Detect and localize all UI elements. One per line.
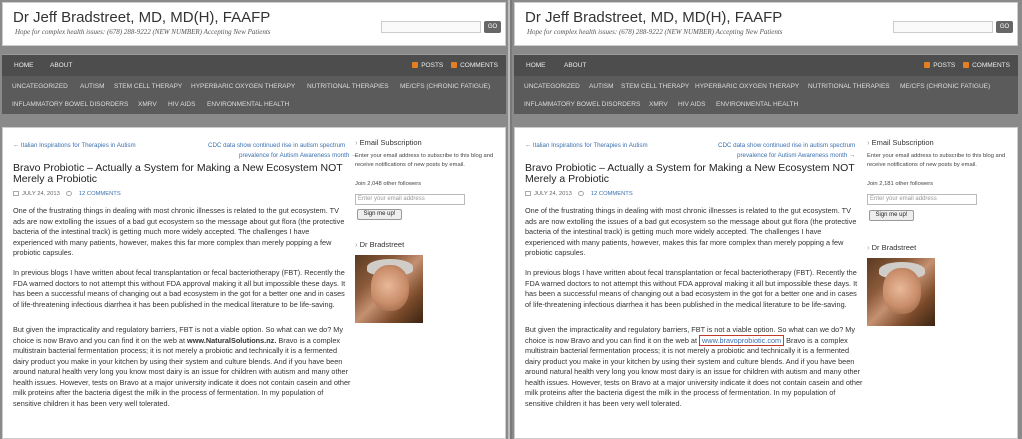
comments-feed-link[interactable]: COMMENTS	[451, 62, 498, 69]
site-tagline: Hope for complex health issues: (678) 28…	[15, 28, 271, 36]
rss-icon	[412, 62, 419, 68]
post-meta: JULY 24, 2013 12 COMMENTS	[525, 191, 633, 197]
dr-bradstreet-heading: Dr Bradstreet	[867, 243, 917, 252]
highlighted-website-link[interactable]: www.bravoprobiotic.com	[699, 334, 785, 346]
comments-link[interactable]: 12 COMMENTS	[79, 191, 121, 197]
post-content-area: ← Italian Inspirations for Therapies in …	[2, 127, 506, 439]
post-paragraph-3: But given the impracticality and regulat…	[13, 325, 351, 408]
next-post-link-line2[interactable]: prevalence for Autism Awareness month →	[737, 152, 855, 159]
nav-about[interactable]: ABOUT	[50, 62, 72, 69]
prev-post-link[interactable]: ← Italian Inspirations for Therapies in …	[525, 142, 648, 149]
cat-env[interactable]: ENVIRONMENTAL HEALTH	[207, 101, 289, 108]
category-nav: UNCATEGORIZED AUTISM STEM CELL THERAPY H…	[2, 76, 506, 114]
cat-uncategorized[interactable]: UNCATEGORIZED	[524, 83, 580, 90]
post-date: JULY 24, 2013	[534, 191, 572, 197]
post-paragraph-2: In previous blogs I have written about f…	[525, 268, 858, 309]
cat-xmrv[interactable]: XMRV	[649, 101, 668, 108]
comments-link[interactable]: 12 COMMENTS	[591, 191, 633, 197]
sign-up-button[interactable]: Sign me up!	[869, 210, 914, 221]
post-paragraph-2: In previous blogs I have written about f…	[13, 268, 346, 309]
cat-mecfs[interactable]: ME/CFS (CHRONIC FATIGUE)	[900, 83, 990, 90]
post-meta: JULY 24, 2013 12 COMMENTS	[13, 191, 121, 197]
comment-bubble-icon	[65, 191, 72, 196]
feed-links: POSTS COMMENTS	[406, 62, 498, 69]
email-subscription-heading: Email Subscription	[355, 138, 422, 147]
go-button[interactable]: GO	[996, 21, 1013, 33]
doctor-photo	[355, 255, 423, 323]
calendar-icon	[525, 191, 531, 196]
cat-hbot[interactable]: HYPERBARIC OXYGEN THERAPY	[191, 83, 295, 90]
post-paragraph-1: One of the frustrating things in dealing…	[525, 206, 857, 257]
cat-env[interactable]: ENVIRONMENTAL HEALTH	[716, 101, 798, 108]
site-title[interactable]: Dr Jeff Bradstreet, MD, MD(H), FAAFP	[13, 9, 270, 26]
rss-icon	[451, 62, 458, 68]
followers-count: Join 2,048 other followers	[355, 181, 422, 187]
calendar-icon	[13, 191, 19, 196]
nav-about[interactable]: ABOUT	[564, 62, 586, 69]
cat-stem-cell[interactable]: STEM CELL THERAPY	[621, 83, 689, 90]
comments-feed-link[interactable]: COMMENTS	[963, 62, 1010, 69]
post-title[interactable]: Bravo Probiotic – Actually a System for …	[13, 163, 348, 185]
email-input[interactable]: Enter your email address	[355, 194, 465, 205]
dr-bradstreet-heading: Dr Bradstreet	[355, 240, 405, 249]
cat-ibd[interactable]: INFLAMMATORY BOWEL DISORDERS	[12, 101, 128, 108]
cat-stem-cell[interactable]: STEM CELL THERAPY	[114, 83, 182, 90]
email-subscription-text: Enter your email address to subscribe to…	[867, 153, 1006, 168]
email-subscription-heading: Email Subscription	[867, 138, 934, 147]
sign-up-button[interactable]: Sign me up!	[357, 209, 402, 220]
cat-mecfs[interactable]: ME/CFS (CHRONIC FATIGUE)	[400, 83, 490, 90]
cat-uncategorized[interactable]: UNCATEGORIZED	[12, 83, 68, 90]
search-input[interactable]	[381, 21, 481, 33]
cat-ibd[interactable]: INFLAMMATORY BOWEL DISORDERS	[524, 101, 640, 108]
main-nav: HOME ABOUT POSTS COMMENTS	[2, 54, 506, 76]
search-input[interactable]	[893, 21, 993, 33]
comment-bubble-icon	[577, 191, 584, 196]
cat-autism[interactable]: AUTISM	[589, 83, 614, 90]
right-screenshot-pane: Dr Jeff Bradstreet, MD, MD(H), FAAFP Hop…	[512, 0, 1022, 439]
doctor-photo	[867, 258, 935, 326]
site-title[interactable]: Dr Jeff Bradstreet, MD, MD(H), FAAFP	[525, 9, 782, 26]
next-post-link-line1[interactable]: CDC data show continued rise in autism s…	[718, 142, 855, 149]
next-post-link-line1[interactable]: CDC data show continued rise in autism s…	[208, 142, 345, 149]
prev-post-link[interactable]: ← Italian Inspirations for Therapies in …	[13, 142, 136, 149]
post-title[interactable]: Bravo Probiotic – Actually a System for …	[525, 163, 860, 185]
feed-links: POSTS COMMENTS	[918, 62, 1010, 69]
cat-hiv[interactable]: HIV AIDS	[678, 101, 705, 108]
cat-hbot[interactable]: HYPERBARIC OXYGEN THERAPY	[695, 83, 799, 90]
nav-home[interactable]: HOME	[526, 62, 546, 69]
nav-home[interactable]: HOME	[14, 62, 34, 69]
left-screenshot-pane: Dr Jeff Bradstreet, MD, MD(H), FAAFP Hop…	[0, 0, 510, 439]
post-paragraph-1: One of the frustrating things in dealing…	[13, 206, 345, 257]
cat-nutritional[interactable]: NUTRITIONAL THERAPIES	[307, 83, 389, 90]
category-nav: UNCATEGORIZED AUTISM STEM CELL THERAPY H…	[514, 76, 1018, 114]
site-header: Dr Jeff Bradstreet, MD, MD(H), FAAFP Hop…	[514, 2, 1018, 46]
followers-count: Join 2,181 other followers	[867, 181, 934, 187]
post-content-area: ← Italian Inspirations for Therapies in …	[514, 127, 1018, 439]
posts-feed-link[interactable]: POSTS	[924, 62, 955, 69]
next-post-link-line2[interactable]: prevalence for Autism Awareness month →	[239, 152, 357, 159]
rss-icon	[963, 62, 970, 68]
website-link[interactable]: www.NaturalSolutions.nz.	[187, 336, 276, 345]
site-header: Dr Jeff Bradstreet, MD, MD(H), FAAFP Hop…	[2, 2, 506, 46]
rss-icon	[924, 62, 931, 68]
cat-xmrv[interactable]: XMRV	[138, 101, 157, 108]
post-paragraph-3: But given the impracticality and regulat…	[525, 325, 863, 408]
cat-hiv[interactable]: HIV AIDS	[168, 101, 195, 108]
go-button[interactable]: GO	[484, 21, 501, 33]
cat-autism[interactable]: AUTISM	[80, 83, 105, 90]
email-subscription-text: Enter your email address to subscribe to…	[355, 153, 494, 168]
site-tagline: Hope for complex health issues: (678) 28…	[527, 28, 783, 36]
cat-nutritional[interactable]: NUTRITIONAL THERAPIES	[808, 83, 890, 90]
posts-feed-link[interactable]: POSTS	[412, 62, 443, 69]
main-nav: HOME ABOUT POSTS COMMENTS	[514, 54, 1018, 76]
post-date: JULY 24, 2013	[22, 191, 60, 197]
email-input[interactable]: Enter your email address	[867, 194, 977, 205]
